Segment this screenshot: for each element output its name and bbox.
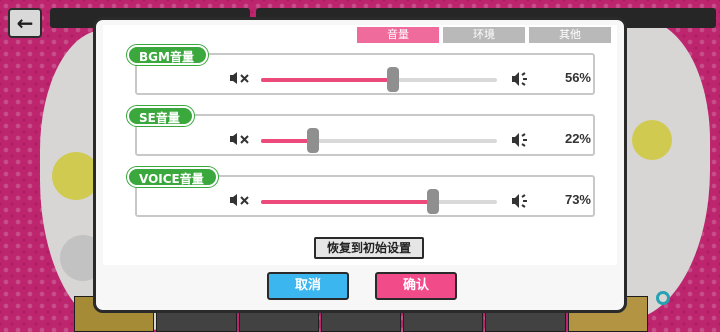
slider-knob[interactable]	[427, 189, 440, 214]
tab-other[interactable]: 其他	[529, 27, 611, 43]
voice-volume-group: 73% VOICE音量	[127, 167, 595, 217]
bgm-volume-group: 56% BGM音量	[127, 45, 595, 95]
settings-tabs: 音量 环境 其他	[357, 27, 611, 43]
reset-defaults-button[interactable]: 恢复到初始设置	[314, 237, 424, 259]
tab-environment[interactable]: 环境	[443, 27, 525, 43]
se-volume-value: 22%	[564, 131, 591, 146]
se-volume-box: 22%	[135, 114, 595, 156]
bgm-volume-value: 56%	[564, 70, 591, 85]
slider-knob[interactable]	[306, 128, 319, 153]
slider-fill	[261, 78, 394, 82]
se-volume-slider[interactable]	[261, 128, 497, 153]
settings-dialog: 音量 环境 其他 56% BGM音量 22% SE音量 73% VOICE音量 …	[93, 17, 627, 313]
voice-volume-label: VOICE音量	[127, 167, 218, 187]
bgm-volume-label: BGM音量	[127, 45, 208, 65]
slider-fill	[261, 200, 434, 204]
speaker-max-icon[interactable]	[511, 132, 531, 148]
voice-volume-slider[interactable]	[261, 189, 497, 214]
speaker-mute-icon[interactable]	[229, 71, 253, 85]
bgm-volume-slider[interactable]	[261, 67, 497, 92]
se-volume-label: SE音量	[127, 106, 194, 126]
speaker-max-icon[interactable]	[511, 71, 531, 87]
se-volume-group: 22% SE音量	[127, 106, 595, 156]
confirm-button[interactable]: 确认	[375, 272, 457, 300]
tab-volume[interactable]: 音量	[357, 27, 439, 43]
slider-knob[interactable]	[387, 67, 400, 92]
speaker-max-icon[interactable]	[511, 193, 531, 209]
slider-fill	[261, 139, 313, 143]
cancel-button[interactable]: 取消	[267, 272, 349, 300]
speaker-mute-icon[interactable]	[229, 193, 253, 207]
voice-volume-value: 73%	[564, 192, 591, 207]
settings-panel: 音量 环境 其他 56% BGM音量 22% SE音量 73% VOICE音量 …	[103, 25, 617, 265]
speaker-mute-icon[interactable]	[229, 132, 253, 146]
